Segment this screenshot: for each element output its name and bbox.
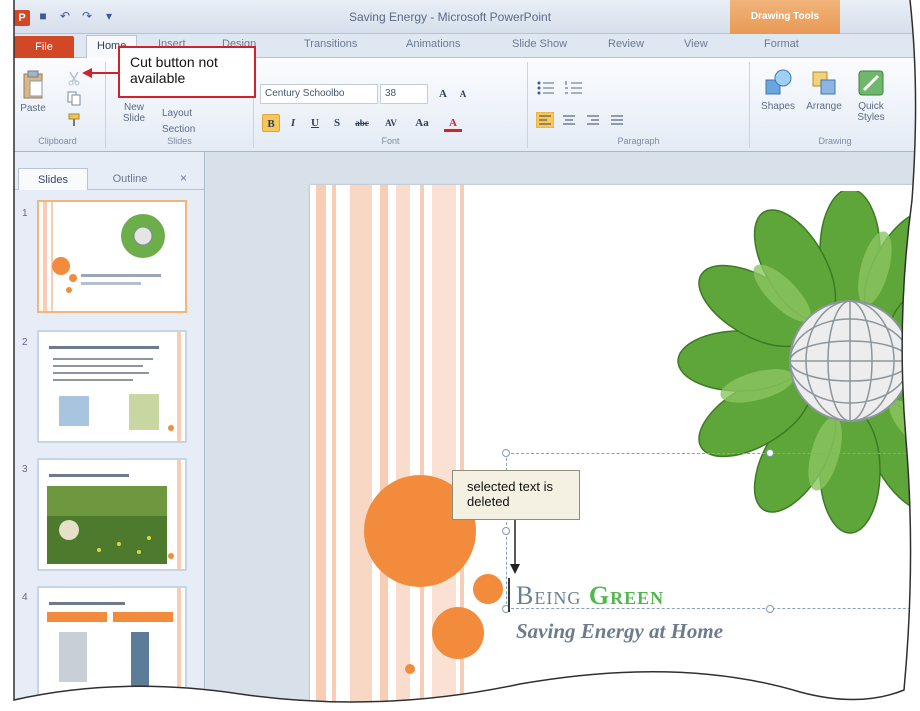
callout-arrows	[82, 68, 520, 574]
selected-text-callout: selected text is deleted	[452, 470, 580, 520]
powerpoint-window: P ■ ↶ ↷ ▾ Saving Energy - Microsoft Powe…	[0, 0, 920, 711]
cut-button-callout: Cut button not available	[118, 46, 256, 98]
